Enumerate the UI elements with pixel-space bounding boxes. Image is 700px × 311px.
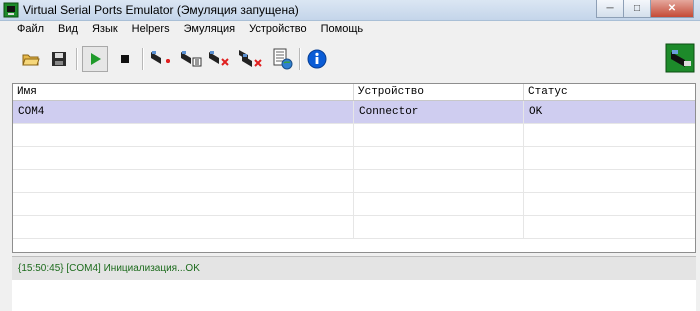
delete-all-devices-button[interactable] [238, 46, 264, 72]
column-header-device[interactable]: Устройство [354, 84, 524, 100]
empty-row [13, 193, 695, 216]
info-button[interactable] [304, 46, 330, 72]
open-icon [22, 54, 40, 66]
new-device-button[interactable] [148, 46, 174, 72]
title-bar: Virtual Serial Ports Emulator (Эмуляция … [0, 0, 700, 21]
device-list-icon [273, 48, 293, 70]
cell-port-name: COM4 [13, 101, 354, 123]
cell-status: OK [529, 106, 543, 118]
maximize-icon: □ [633, 3, 641, 14]
menu-emulation[interactable]: Эмуляция [177, 21, 243, 39]
info-icon [307, 49, 327, 69]
save-button[interactable] [46, 46, 72, 72]
menu-language[interactable]: Язык [85, 21, 125, 39]
empty-row [13, 147, 695, 170]
maximize-button[interactable]: □ [623, 0, 651, 18]
toolbar [0, 40, 700, 80]
stop-icon [121, 55, 129, 63]
app-logo-icon [665, 43, 695, 73]
empty-row [13, 170, 695, 193]
delete-device-icon [209, 51, 229, 66]
menu-bar: Файл Вид Язык Helpers Эмуляция Устройств… [0, 21, 700, 39]
column-header-status[interactable]: Статус [524, 84, 695, 100]
minimize-icon: ─ [606, 3, 614, 14]
save-icon [52, 52, 66, 66]
menu-helpers[interactable]: Helpers [125, 21, 177, 39]
device-list-button[interactable] [270, 46, 296, 72]
device-settings-button[interactable] [178, 46, 204, 72]
open-button[interactable] [18, 46, 44, 72]
minimize-button[interactable]: ─ [596, 0, 624, 18]
ports-table[interactable]: Имя Устройство Статус COM4 Connector OK [12, 83, 696, 253]
log-panel: {15:50:45} [COM4] Инициализация...OK [12, 256, 696, 280]
window-title: Virtual Serial Ports Emulator (Эмуляция … [23, 3, 299, 17]
table-header: Имя Устройство Статус [13, 84, 695, 101]
app-logo [664, 42, 696, 74]
empty-row [13, 124, 695, 147]
menu-device[interactable]: Устройство [242, 21, 314, 39]
delete-device-button[interactable] [206, 46, 232, 72]
play-icon [91, 53, 101, 65]
cell-device: Connector [354, 101, 524, 123]
delete-all-devices-icon [239, 50, 262, 67]
log-entry: {15:50:45} [COM4] Инициализация...OK [18, 263, 200, 274]
start-emulation-button[interactable] [82, 46, 108, 72]
menu-help[interactable]: Помощь [314, 21, 371, 39]
device-settings-icon [181, 51, 202, 67]
app-icon [3, 2, 19, 18]
column-header-name[interactable]: Имя [13, 84, 354, 100]
table-row[interactable]: COM4 Connector OK [13, 101, 695, 124]
menu-file[interactable]: Файл [10, 21, 51, 39]
new-device-icon [151, 51, 171, 64]
close-button[interactable]: ✕ [650, 0, 694, 18]
menu-view[interactable]: Вид [51, 21, 85, 39]
close-icon: ✕ [667, 3, 677, 14]
empty-row [13, 216, 695, 239]
stop-emulation-button[interactable] [112, 46, 138, 72]
log-area [12, 280, 696, 311]
